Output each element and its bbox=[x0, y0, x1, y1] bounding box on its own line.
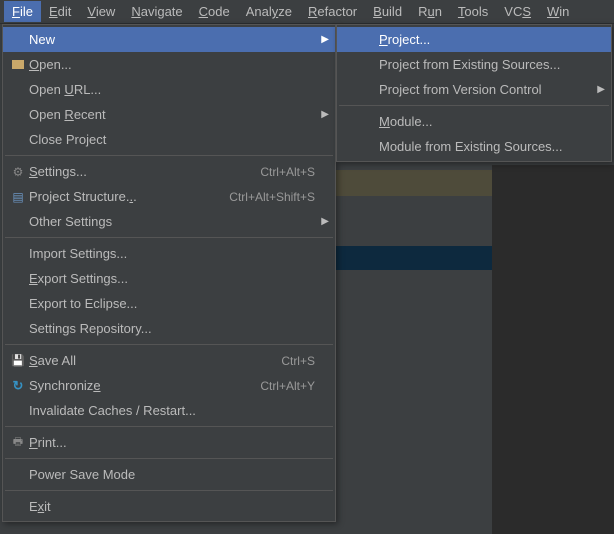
shortcut-label: Ctrl+Alt+Y bbox=[260, 379, 315, 393]
menu-item-label: Exit bbox=[29, 499, 315, 514]
menu-item-label: Power Save Mode bbox=[29, 467, 315, 482]
print-icon bbox=[7, 433, 29, 452]
file-menu-power-save-mode[interactable]: Power Save Mode bbox=[3, 462, 335, 487]
menubar-vcs[interactable]: VCS bbox=[496, 1, 539, 22]
new-submenu-module-from-existing-sources[interactable]: Module from Existing Sources... bbox=[337, 134, 611, 159]
menu-item-label: Import Settings... bbox=[29, 246, 315, 261]
new-submenu-module[interactable]: Module... bbox=[337, 109, 611, 134]
menu-item-label: New bbox=[29, 32, 315, 47]
new-submenu-project-from-existing-sources[interactable]: Project from Existing Sources... bbox=[337, 52, 611, 77]
chevron-right-icon: ▶ bbox=[321, 34, 329, 45]
menu-item-label: Project Structure... bbox=[29, 189, 213, 204]
chevron-right-icon: ▶ bbox=[321, 216, 329, 227]
menubar-build[interactable]: Build bbox=[365, 1, 410, 22]
menubar-code[interactable]: Code bbox=[191, 1, 238, 22]
file-menu-project-structure[interactable]: Project Structure... Ctrl+Alt+Shift+S bbox=[3, 184, 335, 209]
file-menu-exit[interactable]: Exit bbox=[3, 494, 335, 519]
menubar-analyze[interactable]: Analyze bbox=[238, 1, 300, 22]
file-menu-synchronize[interactable]: Synchronize Ctrl+Alt+Y bbox=[3, 373, 335, 398]
file-menu-import-settings[interactable]: Import Settings... bbox=[3, 241, 335, 266]
file-menu-close-project[interactable]: Close Project bbox=[3, 127, 335, 152]
menu-item-label: Settings... bbox=[29, 164, 244, 179]
menu-item-label: Export to Eclipse... bbox=[29, 296, 315, 311]
shortcut-label: Ctrl+Alt+Shift+S bbox=[229, 190, 315, 204]
file-menu-separator bbox=[5, 490, 333, 491]
file-menu-separator bbox=[5, 344, 333, 345]
chevron-right-icon: ▶ bbox=[321, 109, 329, 120]
file-menu-export-to-eclipse[interactable]: Export to Eclipse... bbox=[3, 291, 335, 316]
file-menu-invalidate-caches-restart[interactable]: Invalidate Caches / Restart... bbox=[3, 398, 335, 423]
file-menu-other-settings[interactable]: Other Settings ▶ bbox=[3, 209, 335, 234]
shortcut-label: Ctrl+Alt+S bbox=[260, 165, 315, 179]
menu-item-label: Project... bbox=[379, 32, 591, 47]
menu-item-label: Close Project bbox=[29, 132, 315, 147]
menu-item-label: Other Settings bbox=[29, 214, 315, 229]
menubar-tools[interactable]: Tools bbox=[450, 1, 496, 22]
menubar-refactor[interactable]: Refactor bbox=[300, 1, 365, 22]
menu-item-label: Project from Version Control bbox=[379, 82, 591, 97]
sync-icon bbox=[7, 378, 29, 394]
menubar-run[interactable]: Run bbox=[410, 1, 450, 22]
file-menu-new[interactable]: New ▶ bbox=[3, 27, 335, 52]
file-menu-settings[interactable]: Settings... Ctrl+Alt+S bbox=[3, 159, 335, 184]
menu-item-label: Export Settings... bbox=[29, 271, 315, 286]
file-menu-open[interactable]: Open... bbox=[3, 52, 335, 77]
menu-item-label: Synchronize bbox=[29, 378, 244, 393]
file-menu-print[interactable]: Print... bbox=[3, 430, 335, 455]
new-submenu-separator bbox=[339, 105, 609, 106]
menu-item-label: Open Recent bbox=[29, 107, 315, 122]
menu-item-label: Module from Existing Sources... bbox=[379, 139, 591, 154]
menubar-win[interactable]: Win bbox=[539, 1, 577, 22]
menu-item-label: Module... bbox=[379, 114, 591, 129]
new-submenu-project[interactable]: Project... bbox=[337, 27, 611, 52]
menu-item-label: Open... bbox=[29, 57, 315, 72]
file-menu-open-url[interactable]: Open URL... bbox=[3, 77, 335, 102]
file-menu-separator bbox=[5, 426, 333, 427]
gear-icon bbox=[7, 165, 29, 179]
file-menu-separator bbox=[5, 237, 333, 238]
menu-item-label: Open URL... bbox=[29, 82, 315, 97]
menu-item-label: Save All bbox=[29, 353, 265, 368]
new-submenu-project-from-version-control[interactable]: Project from Version Control ▶ bbox=[337, 77, 611, 102]
editor-area-bg bbox=[492, 165, 614, 534]
file-menu-settings-repository[interactable]: Settings Repository... bbox=[3, 316, 335, 341]
folder-icon bbox=[7, 60, 29, 69]
file-menu-separator bbox=[5, 155, 333, 156]
file-menu-save-all[interactable]: Save All Ctrl+S bbox=[3, 348, 335, 373]
file-menu-export-settings[interactable]: Export Settings... bbox=[3, 266, 335, 291]
disk-icon bbox=[7, 354, 29, 367]
menu-item-label: Project from Existing Sources... bbox=[379, 57, 591, 72]
shortcut-label: Ctrl+S bbox=[281, 354, 315, 368]
file-menu-open-recent[interactable]: Open Recent ▶ bbox=[3, 102, 335, 127]
new-submenu: Project... Project from Existing Sources.… bbox=[336, 24, 612, 162]
menubar-file[interactable]: File bbox=[4, 1, 41, 22]
menu-item-label: Print... bbox=[29, 435, 315, 450]
file-menu: New ▶ Open... Open URL... Open Recent ▶ Close … bbox=[2, 24, 336, 522]
menubar-edit[interactable]: Edit bbox=[41, 1, 79, 22]
menubar-navigate[interactable]: Navigate bbox=[123, 1, 190, 22]
structure-icon bbox=[7, 190, 29, 204]
menubar-view[interactable]: View bbox=[79, 1, 123, 22]
menu-item-label: Settings Repository... bbox=[29, 321, 315, 336]
menubar: FileEditViewNavigateCodeAnalyzeRefactorB… bbox=[0, 0, 614, 24]
chevron-right-icon: ▶ bbox=[597, 84, 605, 95]
menu-item-label: Invalidate Caches / Restart... bbox=[29, 403, 315, 418]
file-menu-separator bbox=[5, 458, 333, 459]
